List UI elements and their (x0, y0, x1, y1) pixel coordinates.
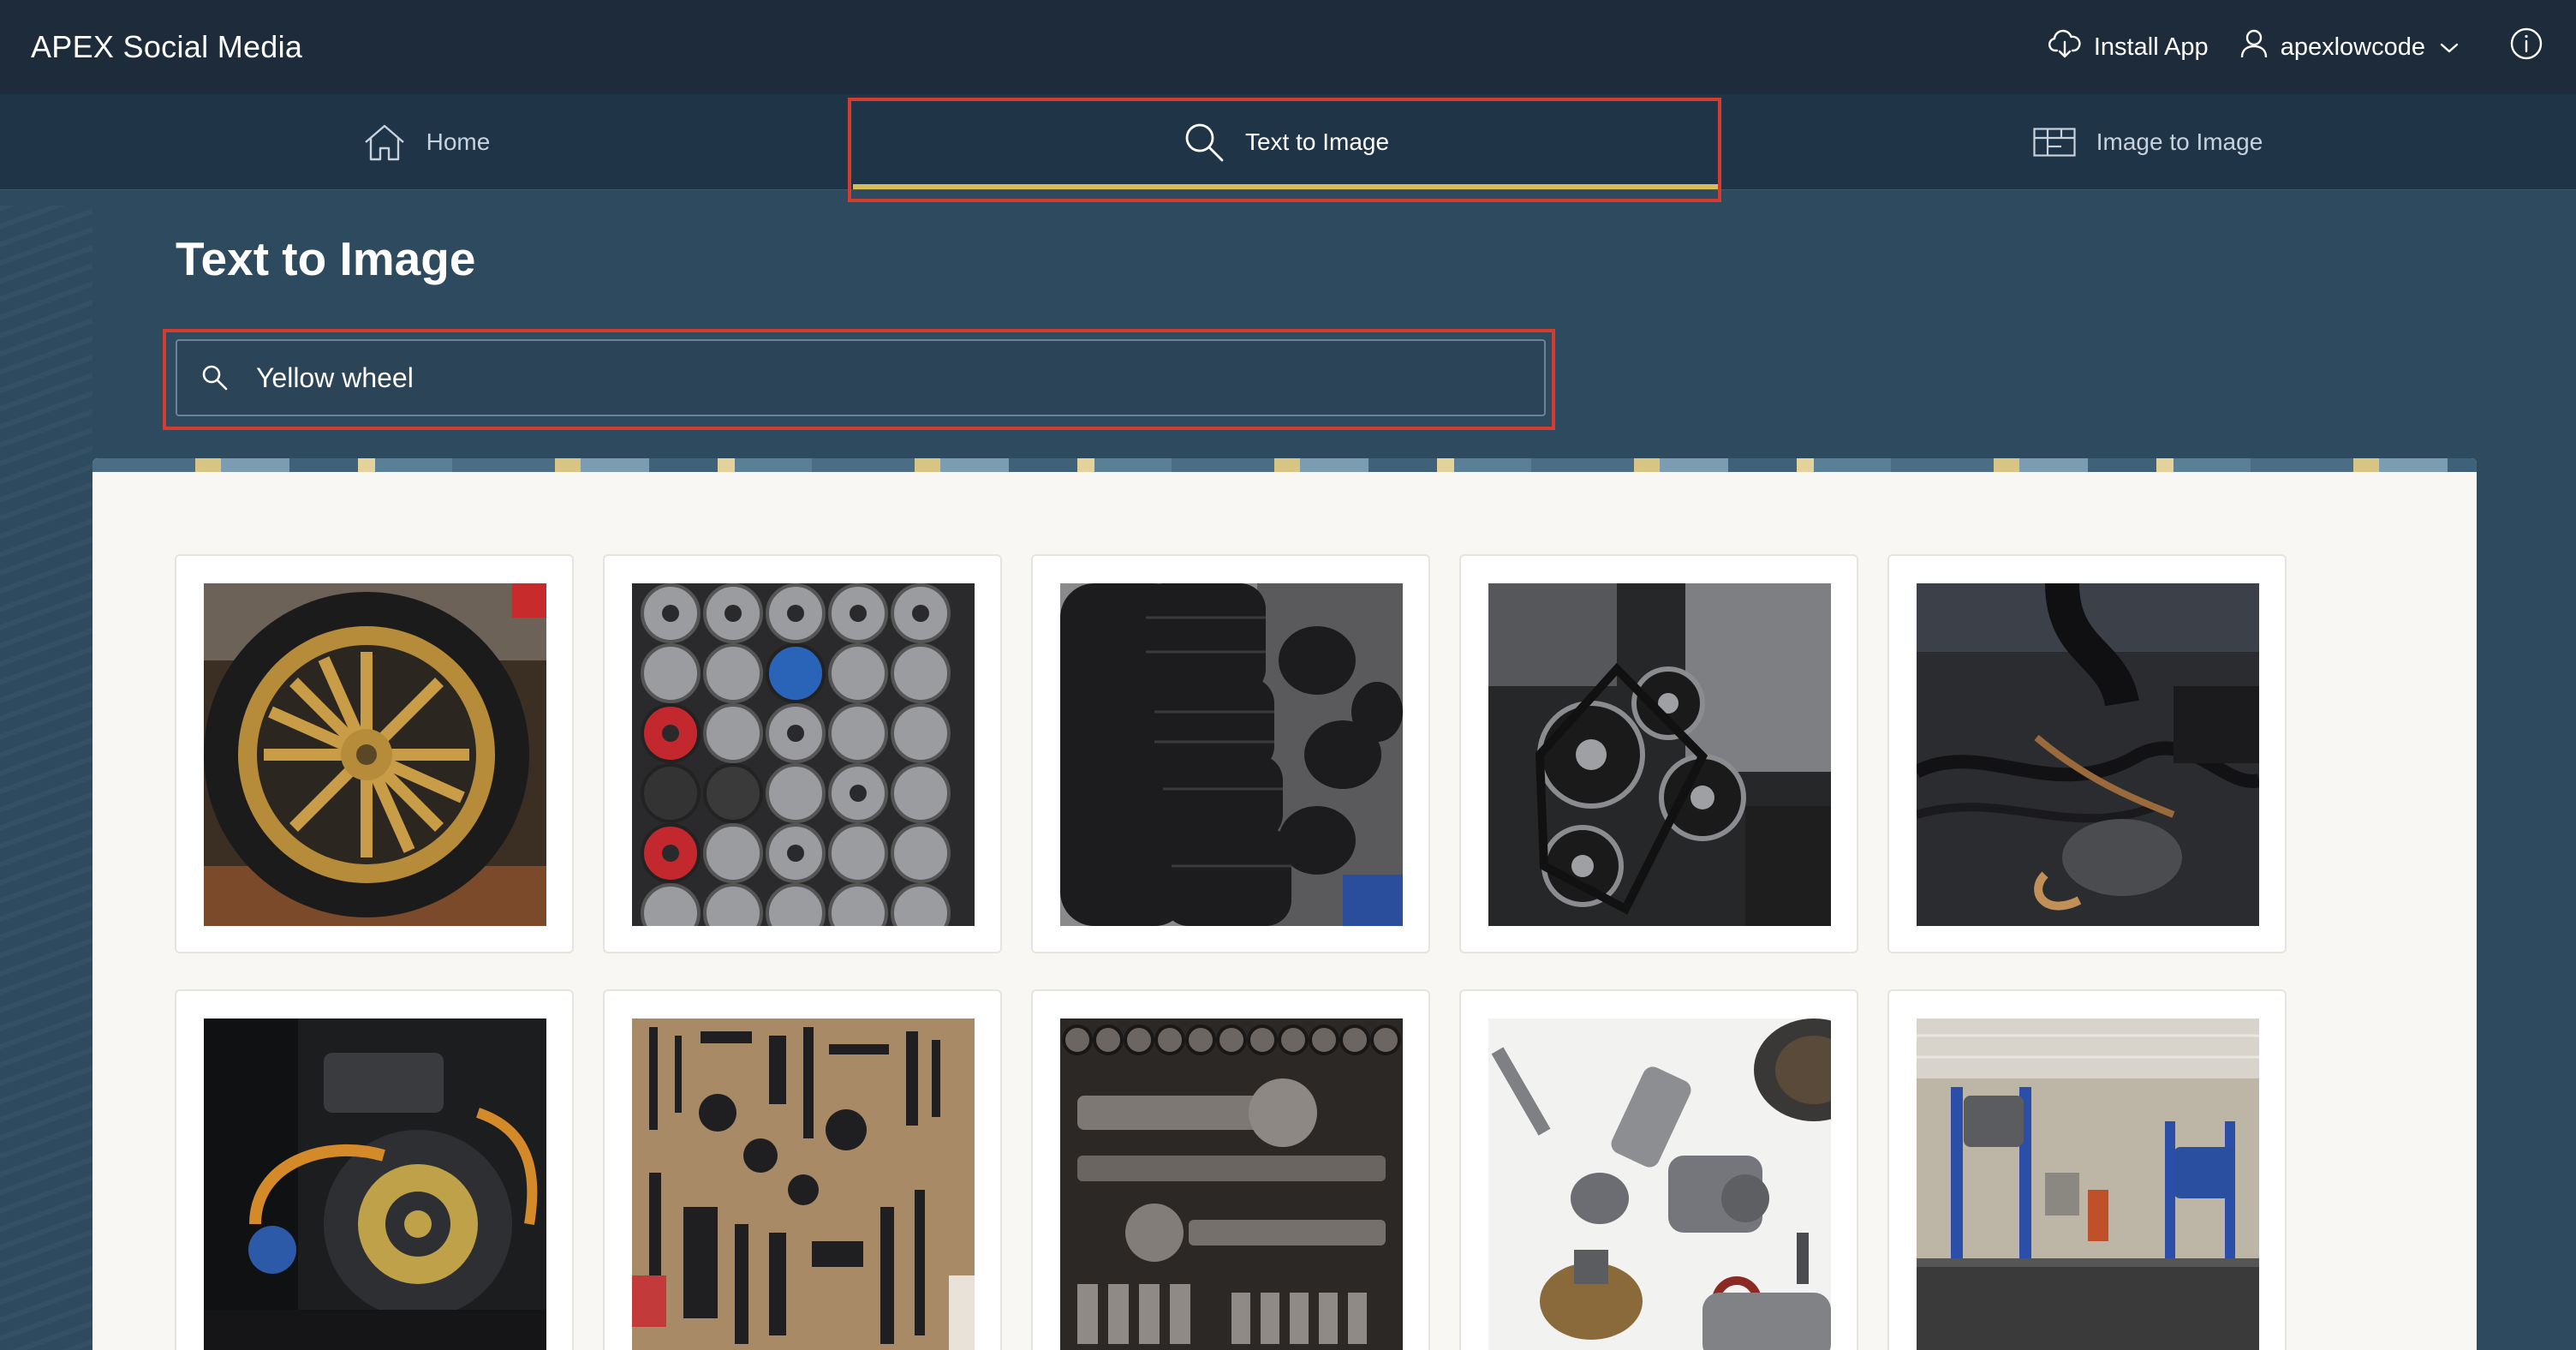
gallery-card[interactable] (603, 989, 1002, 1350)
gallery-card[interactable] (175, 989, 574, 1350)
gallery-image-engine-hoses (1917, 583, 2259, 926)
tab-image-to-image[interactable]: Image to Image (1720, 94, 2576, 189)
panel-pattern-strip (92, 458, 2477, 472)
gallery-card[interactable] (1031, 989, 1430, 1350)
grid-icon (2033, 127, 2076, 157)
tab-text-to-image-label: Text to Image (1244, 128, 1390, 155)
header-actions: Install App apexlowcode (2048, 0, 2576, 94)
gallery-image-engine (204, 1018, 546, 1350)
active-tab-indicator (853, 184, 1720, 189)
search-icon (1184, 122, 1225, 163)
gallery-card[interactable] (1031, 554, 1430, 953)
tab-text-to-image[interactable]: Text to Image (853, 94, 1720, 189)
gallery-card[interactable] (1887, 554, 2287, 953)
gallery-image-metal-parts (1488, 1018, 1831, 1350)
user-icon (2239, 28, 2269, 66)
background-decoration (0, 206, 92, 1350)
gallery-image-garage (1917, 1018, 2259, 1350)
gallery-image-stacked-tires (1060, 583, 1403, 926)
gallery-image-wheel-rims (632, 583, 975, 926)
install-app-label: Install App (2093, 33, 2209, 61)
gallery-card[interactable] (1459, 989, 1858, 1350)
gallery-card[interactable] (1887, 989, 2287, 1350)
search-icon (201, 364, 229, 391)
user-menu-button[interactable]: apexlowcode (2239, 0, 2460, 94)
gallery-image-yellow-wheel (204, 583, 546, 926)
tab-bar: Home Text to Image Image to Image (0, 94, 2576, 190)
gallery-card[interactable] (1459, 554, 1858, 953)
install-app-button[interactable]: Install App (2048, 0, 2209, 94)
info-button[interactable] (2509, 0, 2543, 94)
image-gallery (92, 458, 2477, 1350)
search-input[interactable] (254, 361, 1457, 395)
top-header: APEX Social Media Install App apexlowcod… (0, 0, 2576, 94)
gallery-card[interactable] (175, 554, 574, 953)
page-title: Text to Image (176, 232, 476, 285)
search-field[interactable] (176, 339, 1546, 416)
cloud-download-icon (2048, 28, 2082, 66)
gallery-image-tool-wall (632, 1018, 975, 1350)
tab-image-to-image-label: Image to Image (2096, 128, 2263, 155)
gallery-image-engine-belts (1488, 583, 1831, 926)
gallery-image-socket-set (1060, 1018, 1403, 1350)
tab-home-label: Home (426, 128, 491, 155)
tab-home[interactable]: Home (0, 94, 853, 189)
gallery-card[interactable] (603, 554, 1002, 953)
home-icon (363, 123, 406, 161)
chevron-down-icon (2439, 33, 2460, 62)
info-icon (2509, 27, 2543, 68)
user-name: apexlowcode (2280, 33, 2425, 61)
app-title[interactable]: APEX Social Media (31, 0, 302, 94)
